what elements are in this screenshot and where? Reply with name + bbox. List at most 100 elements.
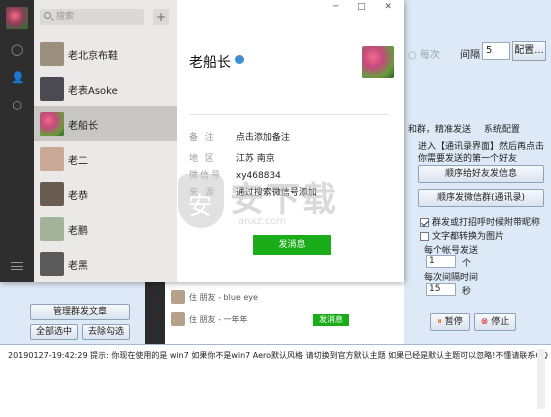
contact-item-selected[interactable]: 老船长 (34, 106, 177, 141)
tool-top-bar: ○ 每次 间隔 5 配置... (404, 30, 551, 90)
chat-row: 住 朋友 - 一年年 (171, 312, 248, 326)
search-input[interactable]: 搜索 (40, 9, 144, 25)
checkbox-unchecked-icon (420, 232, 429, 241)
tab-precise-send[interactable]: 和群，精准发送 (408, 125, 471, 135)
select-all-button[interactable]: 全部选中 (30, 324, 78, 340)
contact-name: 老二 (68, 156, 88, 167)
info-value: 江苏 南京 (235, 154, 275, 164)
stop-label: 停止 (491, 317, 510, 327)
contact-name: 老鹏 (68, 226, 88, 237)
contact-avatar (40, 182, 64, 206)
pause-button[interactable]: ⏸ 暂停 (430, 313, 470, 331)
wechat-window: ◯ 👤 ⬡ 搜索 + 老北京布鞋 老表Asoke 老船长 老二 老恭 老鹏 老黑… (0, 0, 404, 282)
chat-avatar (171, 312, 185, 326)
stop-icon: ⊗ (480, 317, 489, 327)
favorites-icon[interactable]: ⬡ (11, 100, 23, 112)
log-area: 20190127-19:42:29 提示: 你现在使用的是 win7 如果你不是… (0, 344, 551, 417)
chat-row: 住 朋友 - blue eye (171, 290, 258, 304)
chat-send-button[interactable]: 发消息 (313, 314, 349, 326)
menu-icon[interactable] (11, 262, 23, 270)
watermark-url: anxz.com (238, 216, 287, 227)
watermark-text: 安下载 (230, 180, 338, 220)
send-message-button[interactable]: 发消息 (253, 235, 331, 255)
search-placeholder: 搜索 (56, 12, 75, 22)
tab-system-config[interactable]: 系统配置 (484, 125, 520, 135)
text-to-image-checkbox[interactable]: 文字都转换为图片 (420, 229, 504, 242)
watermark: 安下载 anxz.com (178, 168, 388, 238)
interval2-spinner[interactable]: 15 (426, 283, 456, 296)
manage-articles-label: 管理群发文章 (52, 307, 107, 317)
info-key: 备 注 (189, 133, 216, 143)
contact-name: 老表Asoke (68, 86, 118, 97)
interval-label: 间隔 (460, 50, 480, 61)
search-icon (44, 12, 51, 19)
deselect-button[interactable]: 去除勾选 (82, 324, 130, 340)
profile-panel: ─ □ ✕ 老船长 备 注 点击添加备注 地 区 江苏 南京 微信号 xy468… (177, 0, 404, 282)
add-button[interactable]: + (153, 9, 169, 25)
send-friends-button[interactable]: 顺序给好友发信息 (418, 165, 544, 183)
contact-avatar (40, 217, 64, 241)
chat-icon[interactable]: ◯ (11, 44, 23, 56)
left-strip (0, 282, 28, 344)
divider (189, 114, 389, 115)
log-scrollbar[interactable] (537, 349, 545, 409)
interval2-label: 每次间隔时间 (424, 273, 479, 283)
tool-bottom-left: 管理群发文章 全部选中 去除勾选 (28, 298, 136, 344)
watermark-shield-icon (178, 174, 224, 228)
chat-side-strip (145, 282, 165, 344)
profile-name: 老船长 (189, 55, 231, 71)
pause-icon: ⏸ (437, 317, 442, 327)
chat-row-text: 住 朋友 - blue eye (189, 292, 258, 302)
contact-avatar (40, 147, 64, 171)
contact-item[interactable]: 老恭 (34, 176, 177, 211)
nickname-checkbox-label: 群发或打招呼时候附带昵称 (432, 218, 541, 228)
info-region: 地 区 江苏 南京 (189, 151, 275, 164)
nickname-checkbox[interactable]: 群发或打招呼时候附带昵称 (420, 215, 540, 228)
my-avatar[interactable] (6, 7, 28, 29)
chat-preview: 住 朋友 - blue eye 住 朋友 - 一年年 发消息 (145, 282, 404, 344)
contact-avatar (40, 112, 64, 136)
send-friends-label: 顺序给好友发信息 (444, 169, 517, 179)
faded-label: ○ 每次 (408, 50, 440, 61)
send-groups-button[interactable]: 顺序发微信群(通讯录) (418, 189, 544, 207)
contact-name: 老船长 (68, 121, 98, 132)
per-account-unit: 个 (462, 259, 472, 269)
log-line: 20190127-19:42:29 提示: 你现在使用的是 win7 如果你不是… (8, 351, 551, 360)
chat-row-text: 住 朋友 - 一年年 (189, 314, 248, 324)
interval2-unit: 秒 (462, 287, 472, 297)
pause-label: 暂停 (444, 317, 463, 327)
window-controls[interactable]: ─ □ ✕ (333, 2, 400, 12)
contact-avatar (40, 77, 64, 101)
chat-avatar (171, 290, 185, 304)
contact-item[interactable]: 老北京布鞋 (34, 36, 177, 71)
deselect-label: 去除勾选 (87, 327, 124, 337)
contact-item[interactable]: 老鹏 (34, 211, 177, 246)
contact-name: 老黑 (68, 261, 88, 272)
contacts-icon[interactable]: 👤 (11, 72, 25, 84)
select-all-label: 全部选中 (35, 327, 72, 337)
profile-photo[interactable] (362, 46, 394, 78)
tool-tabs: 和群，精准发送 系统配置 (404, 122, 551, 136)
text-to-image-label: 文字都转换为图片 (432, 232, 505, 242)
instruction-text: 进入【通讯录界面】然后再点击你需要发送的第一个好友 (418, 142, 545, 164)
remark-link[interactable]: 点击添加备注 (236, 133, 290, 143)
contact-list: 搜索 + 老北京布鞋 老表Asoke 老船长 老二 老恭 老鹏 老黑 (34, 0, 177, 282)
info-key: 地 区 (189, 154, 216, 164)
checkbox-checked-icon (420, 218, 429, 227)
contact-item[interactable]: 老二 (34, 141, 177, 176)
manage-articles-button[interactable]: 管理群发文章 (30, 304, 130, 320)
contact-avatar (40, 252, 64, 276)
contact-item[interactable]: 老黑 (34, 246, 177, 281)
config-button[interactable]: 配置... (512, 41, 546, 61)
send-groups-label: 顺序发微信群(通讯录) (436, 193, 526, 203)
interval-spinner[interactable]: 5 (482, 42, 510, 60)
contact-name: 老恭 (68, 191, 88, 202)
contact-item[interactable]: 老表Asoke (34, 71, 177, 106)
info-remark: 备 注 点击添加备注 (189, 130, 290, 143)
per-account-spinner[interactable]: 1 (426, 255, 456, 268)
contact-avatar (40, 42, 64, 66)
tool-right-panel: 进入【通讯录界面】然后再点击你需要发送的第一个好友 顺序给好友发信息 顺序发微信… (404, 137, 551, 342)
contact-name: 老北京布鞋 (68, 51, 118, 62)
gender-male-icon (235, 55, 244, 64)
stop-button[interactable]: ⊗ 停止 (474, 313, 516, 331)
